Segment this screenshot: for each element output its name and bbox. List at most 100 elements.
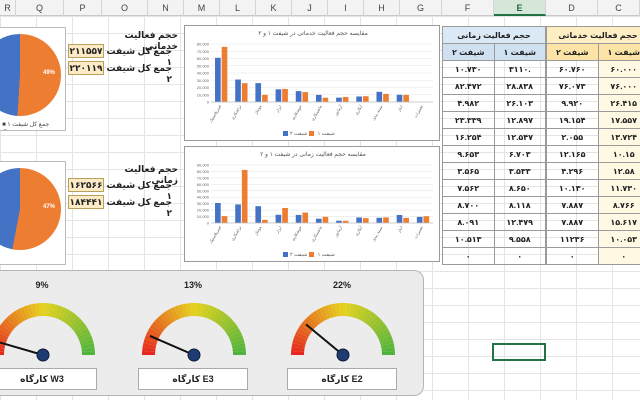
bar-2[interactable]: [362, 218, 369, 223]
bar-2[interactable]: [322, 97, 329, 102]
bar-2[interactable]: [403, 217, 409, 223]
service-table-cell[interactable]: ۱۰.۱۵: [597, 145, 640, 163]
timed-table-cell[interactable]: ۱۲.۵۴۷: [493, 128, 546, 146]
bar-2[interactable]: [282, 88, 288, 102]
timed-table-cell[interactable]: ۸.۰۹۱: [442, 213, 495, 231]
timed-table-cell[interactable]: ۶.۷۰۳: [493, 145, 546, 163]
bar-1[interactable]: [295, 91, 302, 102]
bar-1[interactable]: [376, 217, 383, 223]
bar-1[interactable]: [235, 79, 241, 102]
bar-1[interactable]: [215, 57, 221, 102]
column-header-h[interactable]: H: [364, 0, 400, 16]
timed-table-cell[interactable]: ۹.۶۵۳: [442, 145, 495, 163]
timed-table-cell[interactable]: ۸.۶۵۰: [493, 179, 546, 197]
column-header-i[interactable]: I: [328, 0, 364, 16]
bar-1[interactable]: [275, 214, 282, 223]
timed-bar-chart[interactable]: مقایسه حجم فعالیت زمانی در شیفت ۱ و ۲ 90…: [184, 146, 440, 262]
bar-1[interactable]: [315, 94, 322, 102]
timed-shift1-value[interactable]: ۱۶۲۵۶۶: [68, 178, 104, 192]
timed-table-cell[interactable]: ۱۰.۵۱۳: [442, 230, 495, 248]
bar-2[interactable]: [302, 212, 309, 223]
timed-table-cell[interactable]: ۲۳.۳۳۹: [442, 111, 495, 129]
service-table-cell[interactable]: ۱۱.۷۳۰: [597, 179, 640, 197]
timed-table-cell[interactable]: ۳۱۱۰.: [493, 60, 546, 78]
service-table-cell[interactable]: ۷.۸۸۷: [546, 213, 599, 231]
column-header-r[interactable]: R: [0, 0, 16, 16]
service-table-cell[interactable]: ۱۰.۱۳۰: [546, 179, 599, 197]
column-header-k[interactable]: K: [256, 0, 292, 16]
column-header-n[interactable]: N: [148, 0, 184, 16]
service-table-cell[interactable]: ۷۶.۰۷۳: [546, 77, 599, 95]
bar-2[interactable]: [342, 96, 349, 102]
service-table-cell[interactable]: ۱۱۲۳۶: [546, 230, 599, 248]
service-table-cell[interactable]: ۰: [597, 247, 640, 265]
service-table-cell[interactable]: ۲.۰۵۵: [546, 128, 599, 146]
bar-1[interactable]: [356, 217, 362, 223]
bar-1[interactable]: [255, 83, 262, 102]
service-table-cell[interactable]: ۱۵.۶۱۷: [597, 213, 640, 231]
column-header-q[interactable]: Q: [16, 0, 64, 16]
bar-2[interactable]: [241, 83, 248, 102]
timed-table-cell[interactable]: ۱۰.۷۳۰: [442, 60, 495, 78]
service-table-cell[interactable]: ۷۶.۰۰۰: [597, 77, 640, 95]
service-shift1-value[interactable]: ۲۱۱۵۵۷: [68, 44, 104, 58]
bar-1[interactable]: [315, 218, 322, 223]
selected-cell[interactable]: [492, 343, 546, 361]
service-table-cell[interactable]: ۷.۸۸۷: [546, 196, 599, 214]
column-header-f[interactable]: F: [442, 0, 494, 16]
bar-2[interactable]: [262, 94, 268, 102]
bar-2[interactable]: [362, 96, 369, 102]
service-table-cell[interactable]: ۴.۲۹۶: [546, 162, 599, 180]
column-header-d[interactable]: D: [546, 0, 598, 16]
service-shift2-value[interactable]: ۲۲۰۱۱۹: [68, 61, 104, 75]
bar-1[interactable]: [275, 89, 282, 102]
bar-2[interactable]: [383, 93, 389, 102]
column-header-o[interactable]: O: [102, 0, 148, 16]
service-table-cell[interactable]: ۹.۹۲۰: [546, 94, 599, 112]
bar-2[interactable]: [262, 219, 268, 223]
bar-2[interactable]: [383, 217, 389, 223]
bar-1[interactable]: [376, 91, 383, 102]
bar-1[interactable]: [295, 214, 302, 223]
service-table-cell[interactable]: ۶۰.۰۰۰: [597, 60, 640, 78]
bar-2[interactable]: [282, 207, 288, 223]
column-header-p[interactable]: P: [64, 0, 102, 16]
bar-2[interactable]: [241, 169, 248, 223]
column-header-m[interactable]: M: [184, 0, 220, 16]
service-table-cell[interactable]: ۱۹.۱۵۴: [546, 111, 599, 129]
bar-2[interactable]: [322, 216, 329, 223]
service-table-cell[interactable]: ۱۷.۵۵۷: [597, 111, 640, 129]
timed-shift2-value[interactable]: ۱۸۴۴۴۱: [68, 195, 104, 209]
timed-table-cell[interactable]: ۱۲.۴۷۹: [493, 213, 546, 231]
column-header-l[interactable]: L: [220, 0, 256, 16]
service-table-cell[interactable]: ۸.۷۶۶: [597, 196, 640, 214]
bar-1[interactable]: [396, 215, 403, 223]
service-table-cell[interactable]: ۱۲.۵۸: [597, 162, 640, 180]
bar-1[interactable]: [336, 97, 342, 102]
bar-2[interactable]: [423, 216, 430, 223]
bar-1[interactable]: [356, 96, 362, 102]
service-table-cell[interactable]: ۶۰.۷۶۰: [546, 60, 599, 78]
column-header-g[interactable]: G: [400, 0, 442, 16]
service-bar-chart[interactable]: مقایسه حجم فعالیت خدماتی در شیفت ۱ و ۲ 8…: [184, 25, 440, 141]
timed-table-cell[interactable]: ۴.۹۸۲: [442, 94, 495, 112]
service-table-cell[interactable]: ۱۳.۷۲۴: [597, 128, 640, 146]
timed-table-cell[interactable]: ۲۶.۱۰۳: [493, 94, 546, 112]
bar-2[interactable]: [221, 216, 228, 223]
timed-table-cell[interactable]: ۰: [442, 247, 495, 265]
timed-table-cell[interactable]: ۸۲.۴۷۲: [442, 77, 495, 95]
service-table-cell[interactable]: ۱۲.۱۶۵: [546, 145, 599, 163]
bar-1[interactable]: [255, 206, 262, 223]
timed-table-cell[interactable]: ۹.۵۵۸: [493, 230, 546, 248]
bar-1[interactable]: [396, 94, 403, 102]
column-header-e[interactable]: E: [494, 0, 546, 16]
column-header-c[interactable]: C: [598, 0, 640, 16]
bar-2[interactable]: [302, 92, 309, 102]
bar-1[interactable]: [416, 216, 423, 223]
bar-2[interactable]: [403, 94, 409, 102]
service-pie-chart-frame[interactable]: 49% جمع کل شیفت ۱ ■ جمع کل شیفت ۲ ■: [0, 27, 66, 131]
service-table-cell[interactable]: ۲۶.۴۱۵: [597, 94, 640, 112]
bar-1[interactable]: [235, 204, 241, 223]
timed-table-cell[interactable]: ۸.۷۰۰: [442, 196, 495, 214]
service-table-cell[interactable]: ۱۰.۰۵۳: [597, 230, 640, 248]
